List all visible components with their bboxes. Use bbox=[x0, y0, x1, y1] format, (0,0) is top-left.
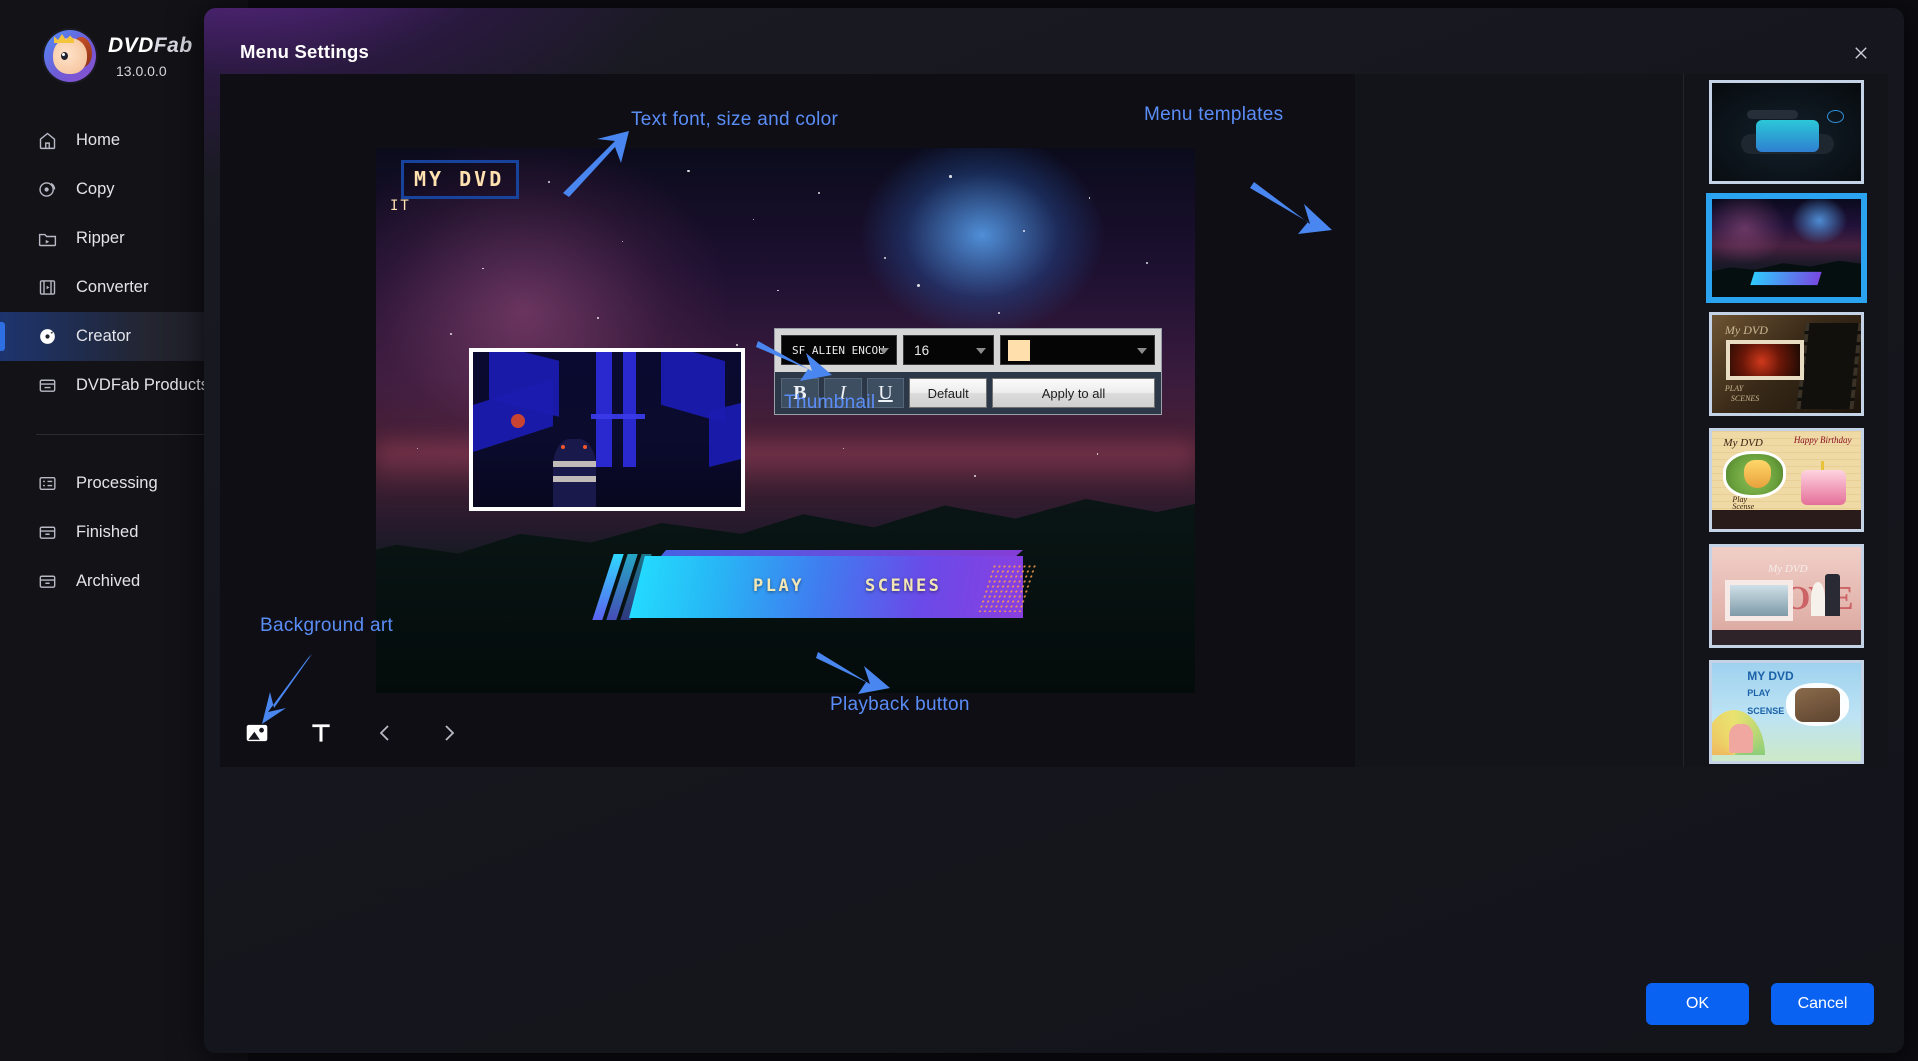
template-item-dark-tech[interactable] bbox=[1708, 80, 1864, 184]
template-thumbnail: My DVD Happy Birthday Play Scense bbox=[1711, 431, 1861, 529]
archived-box-icon bbox=[36, 571, 58, 593]
dvd-subtitle-text[interactable]: IT bbox=[390, 198, 411, 214]
chevron-right-icon bbox=[437, 721, 461, 745]
home-icon bbox=[36, 130, 58, 152]
default-button[interactable]: Default bbox=[909, 378, 987, 408]
template-happy-birthday-label: Happy Birthday bbox=[1793, 434, 1852, 445]
apply-to-all-button[interactable]: Apply to all bbox=[991, 378, 1156, 408]
sidebar-item-label: Processing bbox=[76, 474, 158, 492]
template-title: My DVD bbox=[1724, 322, 1768, 337]
chevron-down-icon bbox=[975, 348, 986, 354]
close-icon[interactable] bbox=[1844, 36, 1878, 70]
thumbnail-image bbox=[473, 352, 741, 507]
template-thumbnail bbox=[1711, 199, 1861, 297]
dvdfab-app-window: DVDFab 13.0.0.0 Home Copy Ripper Convert… bbox=[0, 0, 1918, 1061]
annotation-menu-templates: Menu templates bbox=[1144, 104, 1284, 125]
template-thumbnail: LOVE My DVD bbox=[1711, 547, 1861, 645]
annotation-arrow-menu-templates bbox=[1250, 174, 1334, 246]
annotation-arrow-thumbnail bbox=[756, 329, 836, 391]
sidebar-item-label: Ripper bbox=[76, 229, 125, 247]
annotation-text-font: Text font, size and color bbox=[631, 109, 839, 130]
template-item-kids[interactable]: MY DVD PLAY SCENSE bbox=[1708, 660, 1864, 764]
menu-preview-stage: MY DVD IT PLAY SCENES SF ALIEN ENCOU 16 … bbox=[220, 74, 1355, 767]
sidebar-item-label: Converter bbox=[76, 278, 149, 296]
font-size-select[interactable]: 16 bbox=[903, 335, 994, 365]
template-scenes-label: SCENSE bbox=[1747, 706, 1785, 717]
annotation-arrow-text-font bbox=[557, 129, 637, 199]
dvd-title-text[interactable]: MY DVD bbox=[401, 160, 519, 199]
processing-list-icon bbox=[36, 473, 58, 495]
template-title: My DVD bbox=[1768, 562, 1808, 575]
sidebar-item-label: Copy bbox=[76, 180, 115, 198]
finished-box-icon bbox=[36, 522, 58, 544]
menu-thumbnail[interactable] bbox=[469, 348, 745, 511]
sidebar-item-label: DVDFab Products bbox=[76, 376, 209, 394]
sidebar-item-label: Finished bbox=[76, 523, 139, 541]
sidebar-item-label: Archived bbox=[76, 572, 141, 590]
chevron-down-icon bbox=[879, 348, 890, 354]
chevron-down-icon bbox=[1137, 348, 1147, 354]
template-play-label: PLAY bbox=[1724, 384, 1744, 394]
template-scenes-label: SCENES bbox=[1730, 394, 1760, 404]
color-swatch bbox=[1007, 339, 1030, 361]
dvdfab-mascot-icon bbox=[44, 30, 96, 82]
font-size-value: 16 bbox=[914, 342, 930, 358]
annotation-arrow-background-art bbox=[260, 654, 322, 726]
scenes-button-label[interactable]: SCENES bbox=[865, 576, 941, 596]
brand-name: DVDFab bbox=[108, 33, 193, 57]
creator-disc-icon bbox=[36, 326, 58, 348]
chevron-left-icon bbox=[373, 721, 397, 745]
template-item-space-mountain[interactable] bbox=[1708, 196, 1864, 300]
template-thumbnail bbox=[1711, 83, 1861, 181]
menu-canvas[interactable]: MY DVD IT PLAY SCENES SF ALIEN ENCOU 16 … bbox=[376, 148, 1195, 693]
previous-page-tool[interactable] bbox=[368, 716, 402, 750]
template-play-label: PLAY bbox=[1747, 688, 1771, 699]
template-item-birthday[interactable]: My DVD Happy Birthday Play Scense bbox=[1708, 428, 1864, 532]
next-page-tool[interactable] bbox=[432, 716, 466, 750]
playback-button-bar[interactable]: PLAY SCENES bbox=[592, 550, 1037, 626]
template-title: MY DVD bbox=[1747, 668, 1794, 683]
converter-film-icon bbox=[36, 277, 58, 299]
play-button-label[interactable]: PLAY bbox=[753, 576, 804, 596]
copy-disc-icon bbox=[36, 179, 58, 201]
template-item-film-reel[interactable]: My DVD PLAY SCENES bbox=[1708, 312, 1864, 416]
dialog-body: MY DVD IT PLAY SCENES SF ALIEN ENCOU 16 … bbox=[220, 74, 1888, 767]
menu-templates-panel: My DVD PLAY SCENES My DVD Happy Birthday… bbox=[1683, 74, 1888, 767]
template-item-wedding[interactable]: LOVE My DVD bbox=[1708, 544, 1864, 648]
app-version: 13.0.0.0 bbox=[116, 62, 167, 79]
ok-button[interactable]: OK bbox=[1646, 983, 1749, 1025]
sidebar-item-label: Home bbox=[76, 131, 121, 149]
annotation-arrow-playback-button bbox=[816, 644, 892, 702]
font-color-select[interactable] bbox=[999, 335, 1155, 365]
ripper-folder-icon bbox=[36, 228, 58, 250]
dialog-footer: OK Cancel bbox=[1646, 983, 1874, 1025]
products-box-icon bbox=[36, 375, 58, 397]
sidebar-divider bbox=[36, 434, 212, 435]
playbar-surface bbox=[629, 556, 1023, 618]
sidebar-item-label: Creator bbox=[76, 327, 132, 345]
template-thumbnail: MY DVD PLAY SCENSE bbox=[1711, 663, 1861, 761]
page-title: Menu Settings bbox=[240, 41, 370, 62]
cancel-button[interactable]: Cancel bbox=[1771, 983, 1874, 1025]
annotation-thumbnail: Thumbnail bbox=[784, 392, 876, 413]
menu-settings-dialog: Menu Settings MY DVD IT PLAY SCENES SF A… bbox=[204, 8, 1904, 1053]
template-title: My DVD bbox=[1723, 436, 1763, 449]
template-thumbnail: My DVD PLAY SCENES bbox=[1711, 315, 1861, 413]
annotation-background-art: Background art bbox=[260, 615, 394, 636]
